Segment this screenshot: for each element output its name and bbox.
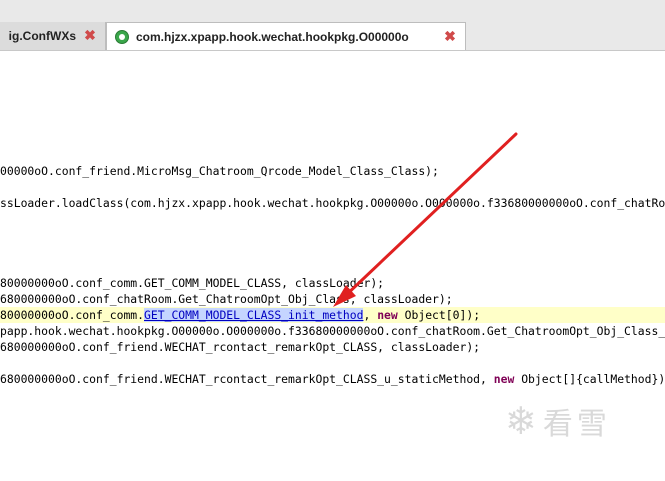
snowflake-icon: ❄ <box>505 399 537 443</box>
arrow-shaft <box>341 132 518 300</box>
watermark-text: 看雪 <box>542 407 611 442</box>
watermark: ❄ 看雪 <box>505 399 611 443</box>
